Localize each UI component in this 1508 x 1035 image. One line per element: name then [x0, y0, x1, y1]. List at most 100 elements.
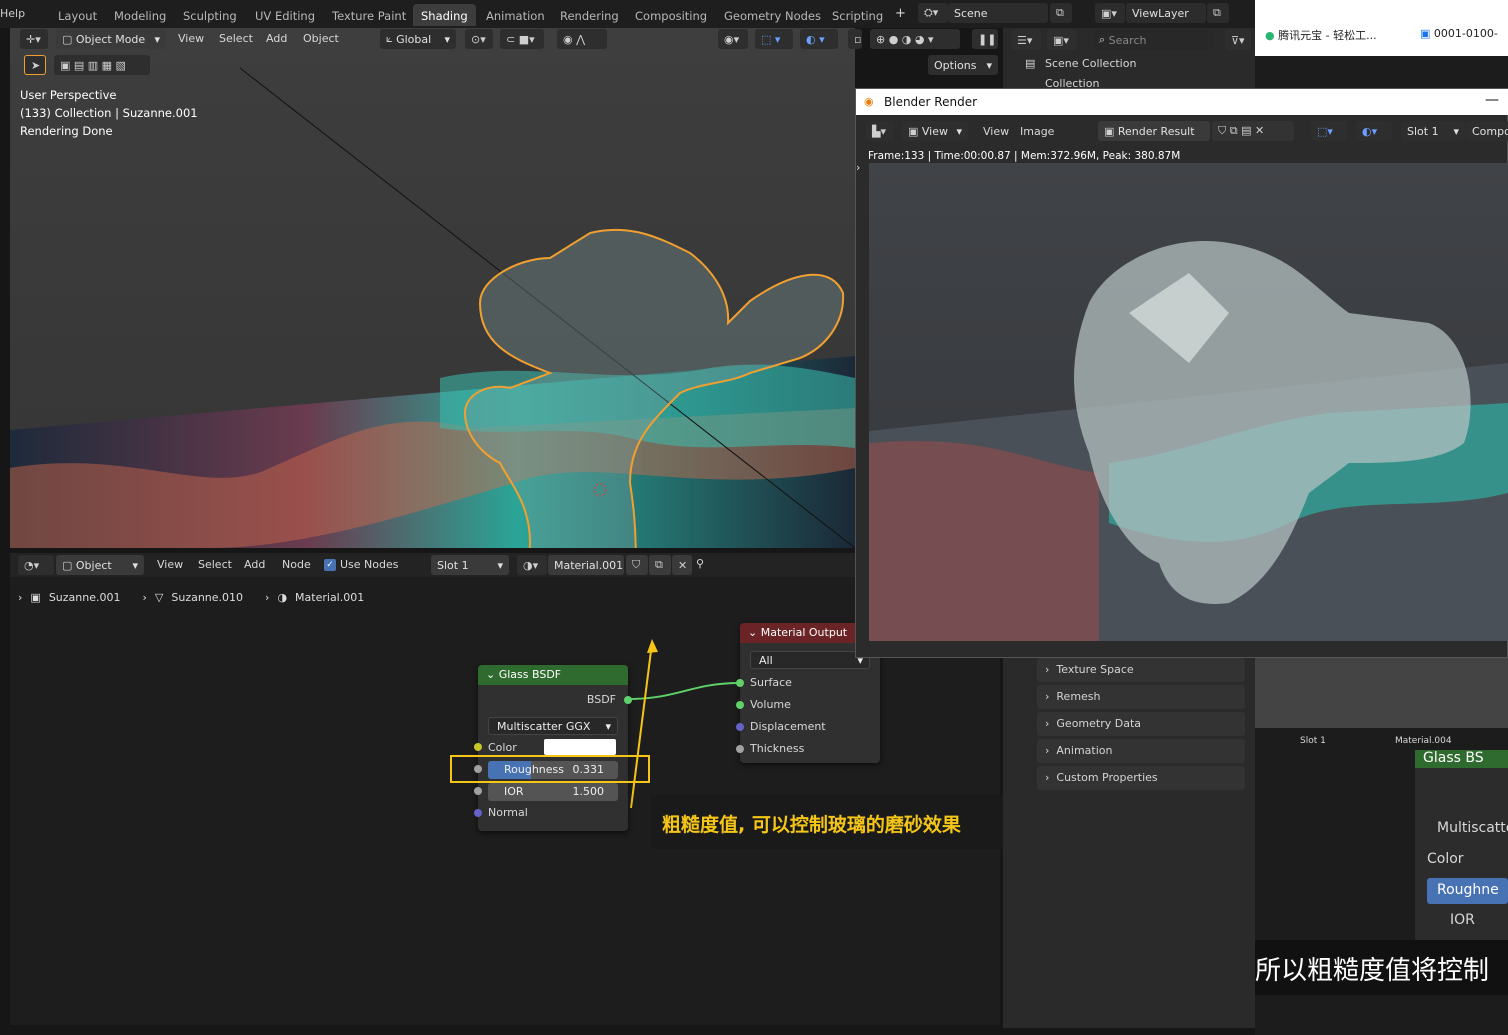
tab-geometry-nodes[interactable]: Geometry Nodes — [716, 4, 829, 26]
minimize-icon[interactable]: — — [1485, 92, 1499, 108]
overlay-icon: ◐ ▾ — [806, 32, 825, 46]
viewport-select-menu[interactable]: Select — [219, 32, 253, 45]
scene-collection-label[interactable]: Scene Collection — [1045, 57, 1136, 70]
viewport-add-menu[interactable]: Add — [266, 32, 287, 45]
active-object-info: (133) Collection | Suzanne.001 — [20, 106, 198, 120]
add-workspace-button[interactable]: + — [895, 6, 906, 21]
scene-name-field[interactable]: Scene — [948, 3, 1048, 23]
viewlayer-name-field[interactable]: ViewLayer — [1126, 3, 1206, 23]
snap-toggle[interactable]: ⊂ ■▾ — [500, 29, 544, 49]
render-gizmo-toggle[interactable]: ⬚▾ — [1311, 121, 1347, 141]
browser-tab-2[interactable]: ▣ 0001-0100- — [1420, 27, 1498, 40]
ior-field[interactable]: IOR 1.500 — [488, 783, 618, 801]
tab-layout[interactable]: Layout — [50, 4, 105, 26]
thickness-socket[interactable] — [736, 745, 744, 753]
ior-label: IOR — [504, 785, 524, 798]
video-multiscatter: Multiscatte — [1437, 820, 1508, 836]
ior-input-socket[interactable] — [474, 787, 482, 795]
glass-bsdf-node[interactable]: ⌄ Glass BSDF BSDF Multiscatter GGX ▾ Colo… — [474, 665, 632, 831]
browser-tab-1-label: 腾讯元宝 - 轻松工... — [1278, 29, 1377, 42]
tab-modeling[interactable]: Modeling — [106, 4, 174, 26]
render-slot-dropdown[interactable]: Slot 1 ▾ — [1401, 121, 1465, 141]
options-dropdown[interactable]: Options ▾ — [928, 55, 998, 75]
viewport-header: ✛▾ ▢ Object Mode ▾ View Select Add Object… — [10, 28, 998, 75]
shading-mode-buttons[interactable]: ⊕ ● ◑ ◕ ▾ — [870, 29, 960, 49]
viewport-view-menu[interactable]: View — [178, 32, 204, 45]
output-target-dropdown[interactable]: All ▾ — [750, 651, 870, 669]
viewport-object-menu[interactable]: Object — [303, 32, 339, 45]
viewlayer-browse-button[interactable]: ▣▾ — [1095, 3, 1125, 23]
panel-texture-space[interactable]: › Texture Space — [1037, 658, 1245, 682]
pause-render-button[interactable]: ❚❚ — [972, 29, 998, 49]
render-floor-red — [869, 440, 1099, 641]
overlay-toggle[interactable]: ◐ ▾ — [800, 29, 838, 49]
editor-type-button[interactable]: ✛▾ — [20, 29, 48, 49]
render-image-menu[interactable]: Image — [1020, 125, 1054, 138]
video-slot: Slot 1 — [1300, 736, 1326, 746]
xray-toggle[interactable]: ▫ — [848, 29, 862, 49]
color-swatch[interactable] — [544, 739, 616, 755]
search-icon: ⌕ — [1099, 33, 1109, 46]
help-menu[interactable]: Help — [0, 7, 25, 20]
doc-icon: ▣ — [1420, 27, 1431, 40]
outliner-type-button[interactable]: ☰▾ — [1011, 30, 1041, 50]
3d-viewport[interactable]: User Perspective (133) Collection | Suza… — [10, 28, 855, 548]
render-result-field[interactable]: ▣ Render Result — [1098, 121, 1210, 141]
viewlayer-name: ViewLayer — [1132, 6, 1189, 20]
browser-tab-1[interactable]: ● 腾讯元宝 - 轻松工... — [1265, 27, 1377, 43]
transform-orientation-dropdown[interactable]: ⟀ Global ▾ — [380, 29, 456, 49]
video-ior: IOR — [1450, 912, 1475, 928]
color-input-socket[interactable] — [474, 743, 482, 751]
scene-browse-button[interactable]: ⛭▾ — [918, 3, 948, 23]
view-mode-label: View — [921, 124, 948, 138]
chevron-right-icon[interactable]: › — [856, 161, 860, 174]
tab-rendering[interactable]: Rendering — [552, 4, 627, 26]
select-tool-button[interactable]: ➤ — [24, 55, 46, 75]
tab-scripting[interactable]: Scripting — [824, 4, 891, 26]
panel-remesh[interactable]: › Remesh — [1037, 685, 1245, 709]
filter-button[interactable]: ⊽▾ — [1225, 30, 1251, 50]
tab-animation[interactable]: Animation — [478, 4, 553, 26]
yuanbao-icon: ● — [1265, 29, 1275, 42]
tab-uv-editing[interactable]: UV Editing — [247, 4, 323, 26]
chevron-right-icon: › — [1045, 744, 1057, 757]
render-layer-dropdown[interactable]: Compo — [1466, 121, 1508, 141]
render-image-buttons[interactable]: ⛉ ⧉ ▤ ✕ — [1212, 121, 1294, 141]
tab-sculpting[interactable]: Sculpting — [175, 4, 245, 26]
panel-custom-properties[interactable]: › Custom Properties — [1037, 766, 1245, 790]
pivot-point-button[interactable]: ⊙▾ — [465, 29, 493, 49]
tab-texture-paint[interactable]: Texture Paint — [324, 4, 414, 26]
new-viewlayer-button[interactable]: ⧉ — [1207, 3, 1229, 23]
panel-animation[interactable]: › Animation — [1037, 739, 1245, 763]
new-scene-button[interactable]: ⧉ — [1050, 3, 1072, 23]
shader-node-editor[interactable]: ◔▾ ▢ Object ▾ View Select Add Node ✓ Use … — [10, 553, 1030, 1025]
video-subtitle: 所以粗糙度值将控制 — [1255, 956, 1490, 986]
distribution-dropdown[interactable]: Multiscatter GGX ▾ — [488, 717, 618, 735]
copy-icon: ⧉ — [1213, 6, 1221, 19]
image-editor-type-button[interactable]: ▙▾ — [866, 121, 894, 141]
glass-node-header[interactable]: ⌄ Glass BSDF — [478, 665, 628, 685]
surface-socket[interactable] — [736, 679, 744, 687]
render-overlay-toggle[interactable]: ◐▾ — [1356, 121, 1392, 141]
gizmo-toggle[interactable]: ⬚ ▾ — [755, 29, 793, 49]
bsdf-output-socket[interactable] — [624, 696, 632, 704]
object-mode-dropdown[interactable]: ▢ Object Mode ▾ — [56, 29, 166, 49]
box-select-icons: ▣ ▤ ▥ ▦ ▧ — [60, 58, 126, 72]
display-mode-button[interactable]: ▣▾ — [1047, 30, 1077, 50]
view-mode-dropdown[interactable]: ▣ View ▾ — [902, 121, 968, 141]
displacement-socket[interactable] — [736, 723, 744, 731]
normal-input-socket[interactable] — [474, 809, 482, 817]
tab-compositing[interactable]: Compositing — [627, 4, 715, 26]
panel-geometry-data[interactable]: › Geometry Data — [1037, 712, 1245, 736]
tab-shading[interactable]: Shading — [413, 4, 476, 26]
display-icon: ▣▾ — [1053, 33, 1069, 47]
select-mode-buttons[interactable]: ▣ ▤ ▥ ▦ ▧ — [54, 55, 150, 75]
proportional-edit-toggle[interactable]: ◉ ⋀ — [557, 29, 607, 49]
outliner-search-input[interactable]: ⌕ Search — [1093, 30, 1213, 50]
panel-label: Custom Properties — [1056, 771, 1158, 784]
chevron-right-icon: › — [1045, 690, 1057, 703]
image-icon: ▣ — [908, 124, 922, 138]
visibility-button[interactable]: ◉▾ — [718, 29, 748, 49]
volume-socket[interactable] — [736, 701, 744, 709]
render-view-menu[interactable]: View — [983, 125, 1009, 138]
